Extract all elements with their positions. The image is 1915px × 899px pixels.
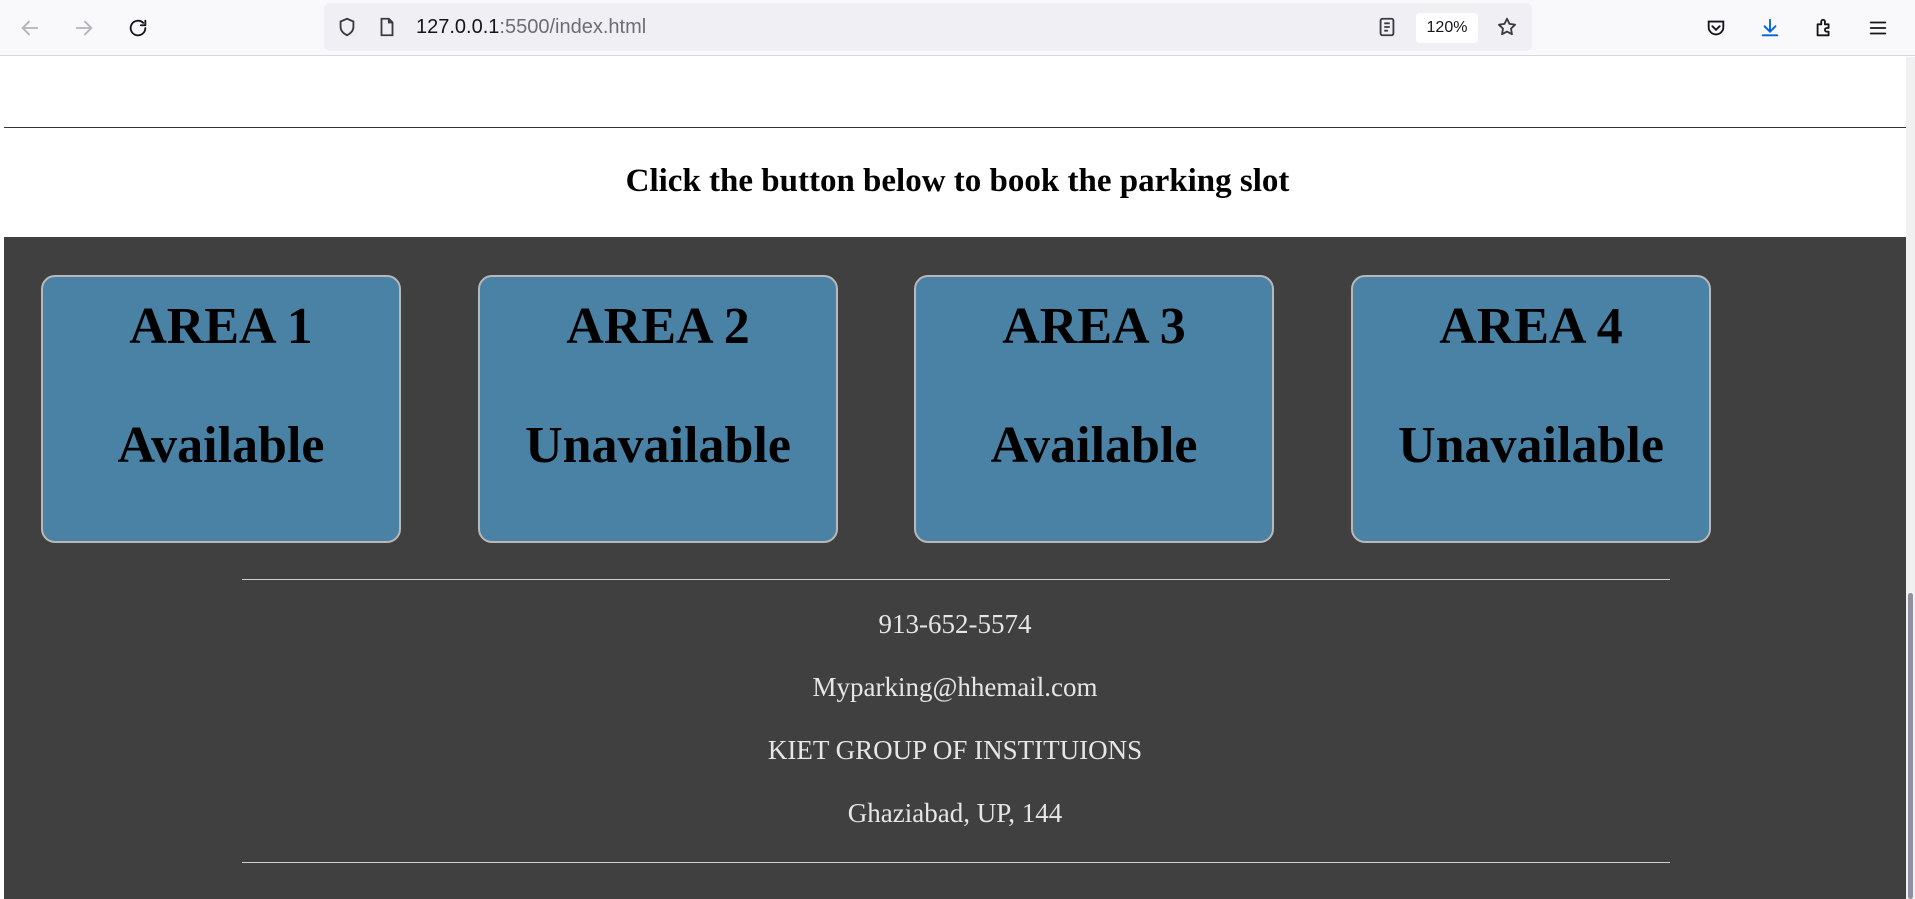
menu-icon[interactable]: [1860, 10, 1896, 46]
parking-section: AREA 1 Available AREA 2 Unavailable AREA…: [4, 237, 1906, 899]
reader-view-icon[interactable]: [1376, 16, 1398, 38]
forward-icon[interactable]: [66, 10, 102, 46]
area-title: AREA 2: [566, 298, 750, 355]
reload-icon[interactable]: [120, 10, 156, 46]
footer-address: Ghaziabad, UP, 144: [847, 798, 1063, 828]
page-content: Click the button below to book the parki…: [0, 57, 1915, 899]
footer-divider-bottom: [242, 862, 1670, 863]
extensions-icon[interactable]: [1806, 10, 1842, 46]
shield-icon[interactable]: [336, 16, 358, 38]
footer-organization: KIET GROUP OF INSTITUIONS: [767, 735, 1143, 765]
area-status: Unavailable: [525, 417, 791, 474]
url-path: :5500/index.html: [499, 16, 647, 38]
zoom-level-button[interactable]: 120%: [1416, 13, 1478, 43]
bookmark-star-icon[interactable]: [1496, 16, 1518, 38]
divider: [4, 127, 1906, 128]
page-scrollbar[interactable]: [1906, 57, 1915, 899]
page-icon[interactable]: [376, 16, 398, 38]
pocket-icon[interactable]: [1698, 10, 1734, 46]
footer-phone: 913-652-5574: [878, 609, 1032, 639]
area-status: Available: [117, 417, 325, 474]
back-icon[interactable]: [12, 10, 48, 46]
area-3-button[interactable]: AREA 3 Available: [914, 275, 1274, 543]
area-title: AREA 1: [129, 298, 313, 355]
page-heading: Click the button below to book the parki…: [625, 163, 1290, 199]
area-status: Available: [990, 417, 1198, 474]
browser-toolbar: 127.0.0.1:5500/index.html 120%: [0, 0, 1915, 56]
area-2-button[interactable]: AREA 2 Unavailable: [478, 275, 838, 543]
footer-divider-top: [242, 579, 1670, 580]
download-icon[interactable]: [1752, 10, 1788, 46]
area-status: Unavailable: [1398, 417, 1664, 474]
scrollbar-thumb[interactable]: [1908, 593, 1913, 899]
url-text[interactable]: 127.0.0.1:5500/index.html: [416, 16, 646, 39]
footer-email: Myparking@hhemail.com: [812, 672, 1098, 702]
area-4-button[interactable]: AREA 4 Unavailable: [1351, 275, 1711, 543]
area-1-button[interactable]: AREA 1 Available: [41, 275, 401, 543]
area-title: AREA 4: [1439, 298, 1623, 355]
url-bar[interactable]: 127.0.0.1:5500/index.html 120%: [324, 3, 1532, 51]
area-title: AREA 3: [1002, 298, 1186, 355]
url-host: 127.0.0.1: [416, 16, 500, 38]
